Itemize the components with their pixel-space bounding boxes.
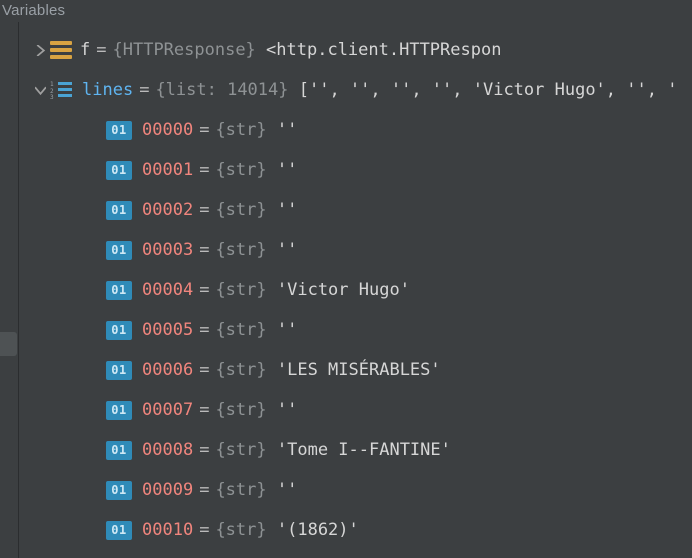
string-type-icon: 01 <box>106 401 132 420</box>
item-value: '' <box>277 230 297 270</box>
item-value: '' <box>277 150 297 190</box>
item-value: '' <box>277 310 297 350</box>
list-item[interactable]: 01 00006={str} 'LES MISÉRABLES' <box>30 350 692 390</box>
equals-sign: = <box>199 190 209 230</box>
variable-row-f[interactable]: f = {HTTPResponse} <http.client.HTTPResp… <box>30 30 692 70</box>
svg-text:3: 3 <box>50 94 54 99</box>
variable-value: ['', '', '', '', 'Victor Hugo', '', ' <box>299 70 678 110</box>
string-type-icon: 01 <box>106 281 132 300</box>
equals-sign: = <box>199 310 209 350</box>
equals-sign: = <box>199 350 209 390</box>
item-value: 'LES MISÉRABLES' <box>277 350 441 390</box>
equals-sign: = <box>199 510 209 550</box>
chevron-right-icon <box>35 45 46 56</box>
item-index: 00001 <box>142 150 193 190</box>
item-index: 00004 <box>142 270 193 310</box>
string-type-icon: 01 <box>106 361 132 380</box>
svg-text:1: 1 <box>50 81 54 88</box>
variable-type: {HTTPResponse} <box>113 30 256 70</box>
variable-type: {list: 14014} <box>155 70 288 110</box>
string-type-icon: 01 <box>106 521 132 540</box>
equals-sign: = <box>199 110 209 150</box>
expand-arrow-expanded[interactable] <box>30 85 50 96</box>
equals-sign: = <box>139 70 149 110</box>
item-value: 'Victor Hugo' <box>277 270 410 310</box>
equals-sign: = <box>199 150 209 190</box>
list-item[interactable]: 01 00005={str} '' <box>30 310 692 350</box>
item-value: 'Tome I--FANTINE' <box>277 430 451 470</box>
list-icon: 1 2 3 <box>50 81 74 99</box>
string-type-icon: 01 <box>106 481 132 500</box>
item-type: {str} <box>215 510 266 550</box>
item-index: 00007 <box>142 390 193 430</box>
variable-name: f <box>80 30 90 70</box>
string-type-icon: 01 <box>106 241 132 260</box>
variables-tree[interactable]: f = {HTTPResponse} <http.client.HTTPResp… <box>30 30 692 558</box>
list-item[interactable]: 01 00009={str} '' <box>30 470 692 510</box>
equals-sign: = <box>96 30 106 70</box>
chevron-down-icon <box>35 85 46 96</box>
item-index: 00002 <box>142 190 193 230</box>
item-type: {str} <box>215 190 266 230</box>
item-value: '(1862)' <box>277 510 359 550</box>
item-value: '' <box>277 470 297 510</box>
gutter <box>0 22 19 558</box>
item-value: '' <box>277 110 297 150</box>
item-type: {str} <box>215 150 266 190</box>
string-type-icon: 01 <box>106 321 132 340</box>
gutter-marker <box>0 332 17 356</box>
item-type: {str} <box>215 430 266 470</box>
item-type: {str} <box>215 470 266 510</box>
item-type: {str} <box>215 310 266 350</box>
equals-sign: = <box>199 230 209 270</box>
equals-sign: = <box>199 470 209 510</box>
string-type-icon: 01 <box>106 441 132 460</box>
equals-sign: = <box>199 430 209 470</box>
list-item[interactable]: 01 00010={str} '(1862)' <box>30 510 692 550</box>
list-item[interactable]: 01 00004={str} 'Victor Hugo' <box>30 270 692 310</box>
item-index: 00009 <box>142 470 193 510</box>
item-type: {str} <box>215 350 266 390</box>
list-item[interactable]: 01 00007={str} '' <box>30 390 692 430</box>
variable-row-lines[interactable]: 1 2 3 lines = {list: 14014} ['', '', '',… <box>30 70 692 110</box>
object-icon <box>50 41 72 59</box>
item-type: {str} <box>215 110 266 150</box>
variable-name: lines <box>82 70 133 110</box>
list-item[interactable]: 01 00003={str} '' <box>30 230 692 270</box>
string-type-icon: 01 <box>106 161 132 180</box>
item-type: {str} <box>215 230 266 270</box>
item-index: 00010 <box>142 510 193 550</box>
string-type-icon: 01 <box>106 201 132 220</box>
item-value: '' <box>277 190 297 230</box>
item-type: {str} <box>215 270 266 310</box>
variable-value: <http.client.HTTPRespon <box>266 30 501 70</box>
item-type: {str} <box>215 390 266 430</box>
equals-sign: = <box>199 270 209 310</box>
item-value: '' <box>277 390 297 430</box>
list-item[interactable]: 01 00008={str} 'Tome I--FANTINE' <box>30 430 692 470</box>
expand-arrow-collapsed[interactable] <box>30 45 50 56</box>
debugger-variables-panel: Variables f = {HTTPResponse} <http.clien… <box>0 0 692 558</box>
string-type-icon: 01 <box>106 121 132 140</box>
equals-sign: = <box>199 390 209 430</box>
item-index: 00006 <box>142 350 193 390</box>
list-item[interactable]: 01 00001={str} '' <box>30 150 692 190</box>
list-item[interactable]: 01 00002={str} '' <box>30 190 692 230</box>
item-index: 00005 <box>142 310 193 350</box>
item-index: 00003 <box>142 230 193 270</box>
panel-title: Variables <box>0 0 692 23</box>
item-index: 00000 <box>142 110 193 150</box>
item-index: 00008 <box>142 430 193 470</box>
list-item[interactable]: 01 00000={str} '' <box>30 110 692 150</box>
